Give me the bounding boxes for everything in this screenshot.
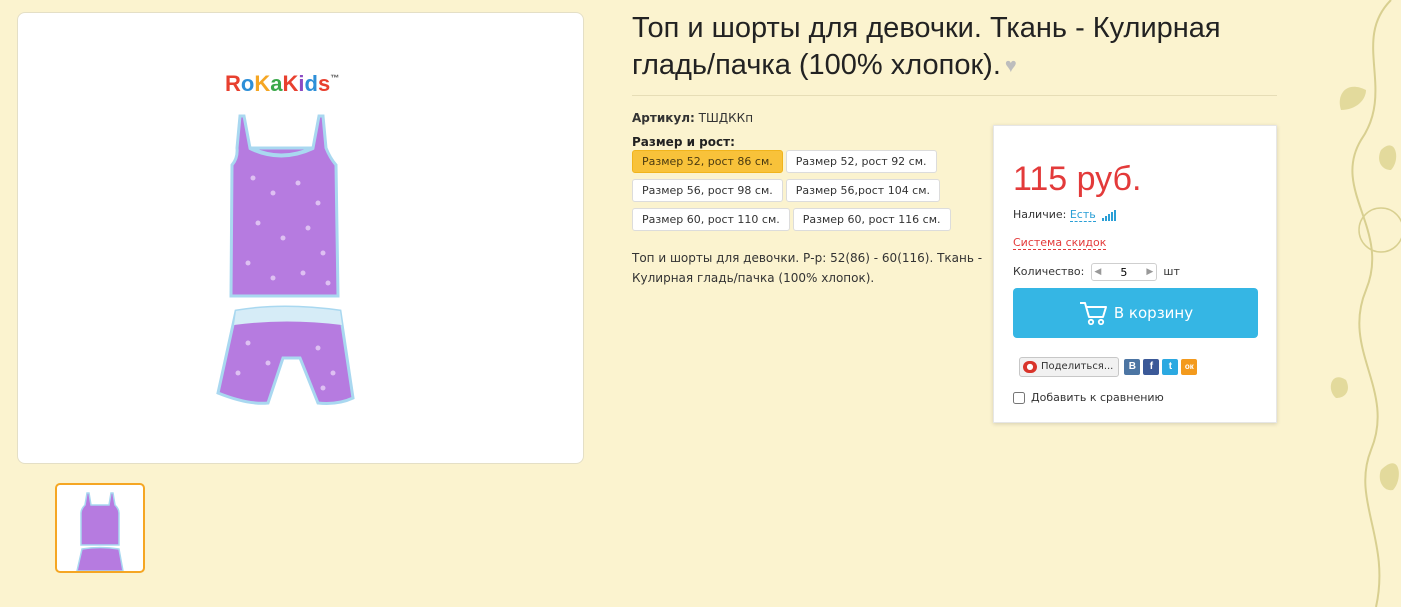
size-option[interactable]: Размер 52, рост 92 см. xyxy=(785,150,937,173)
facebook-icon[interactable]: f xyxy=(1143,359,1160,375)
odnoklassniki-icon[interactable]: ок xyxy=(1181,359,1198,375)
size-label: Размер и рост: xyxy=(632,135,735,149)
heart-icon[interactable]: ♥ xyxy=(1005,48,1017,85)
thumbnail-photo xyxy=(76,492,124,571)
size-option[interactable]: Размер 60, рост 116 см. xyxy=(792,208,951,231)
availability: Наличие: Есть xyxy=(1013,208,1117,222)
decorative-vine xyxy=(1330,0,1401,607)
size-option[interactable]: Размер 52, рост 86 см. xyxy=(632,150,783,173)
sku-line: Артикул: ТШДККп xyxy=(632,111,753,125)
add-to-cart-label: В корзину xyxy=(1113,304,1194,322)
product-title: Топ и шорты для девочки. Ткань - Кулирна… xyxy=(632,10,1282,85)
product-description: Топ и шорты для девочки. Р-р: 52(86) - 6… xyxy=(632,251,983,285)
product-thumbnail[interactable] xyxy=(55,483,145,573)
sku-value: ТШДККп xyxy=(698,111,754,125)
size-options: Размер 52, рост 86 см. Размер 52, рост 92… xyxy=(632,150,962,237)
chevron-right-icon[interactable]: ▶ xyxy=(1145,264,1155,280)
share-icon: ● xyxy=(1023,361,1037,373)
product-title-text: Топ и шорты для девочки. Ткань - Кулирна… xyxy=(632,12,1221,81)
quantity-input[interactable] xyxy=(1103,264,1144,280)
share-button[interactable]: ● Поделиться... xyxy=(1019,357,1120,377)
compare-option[interactable]: Добавить к сравнению xyxy=(1013,391,1164,404)
availability-value[interactable]: Есть xyxy=(1069,208,1096,222)
price: 115 руб. xyxy=(1013,160,1142,198)
quantity-row: Количество: ◀ ▶ шт xyxy=(1013,263,1180,281)
quantity-label: Количество: xyxy=(1013,265,1085,278)
cart-icon xyxy=(1079,302,1107,326)
quantity-stepper: ◀ ▶ xyxy=(1090,263,1157,281)
product-main-image[interactable]: RoKaKids™ xyxy=(17,12,584,464)
vk-icon[interactable]: В xyxy=(1124,359,1141,375)
product-photo: RoKaKids™ xyxy=(216,71,355,405)
title-divider xyxy=(632,95,1277,96)
stock-level-icon xyxy=(1102,208,1117,221)
quantity-unit: шт xyxy=(1163,265,1180,278)
compare-label: Добавить к сравнению xyxy=(1031,391,1164,404)
size-option[interactable]: Размер 60, рост 110 см. xyxy=(632,208,790,231)
brand-logo: RoKaKids™ xyxy=(225,71,339,96)
availability-label: Наличие: xyxy=(1013,208,1067,221)
size-option[interactable]: Размер 56, рост 98 см. xyxy=(632,179,783,202)
chevron-left-icon[interactable]: ◀ xyxy=(1093,264,1103,280)
discount-system-link[interactable]: Система скидок xyxy=(1013,236,1107,250)
twitter-icon[interactable]: t xyxy=(1162,359,1179,375)
size-option[interactable]: Размер 56,рост 104 см. xyxy=(785,179,941,202)
purchase-panel: 115 руб. Наличие: Есть Система скидок Ко… xyxy=(993,125,1277,423)
share-label: Поделиться... xyxy=(1041,361,1114,372)
compare-checkbox[interactable] xyxy=(1013,391,1025,404)
add-to-cart-button[interactable]: В корзину xyxy=(1013,288,1258,338)
sku-label: Артикул: xyxy=(632,111,695,125)
share-row: ● Поделиться... В f t ок xyxy=(1019,357,1198,377)
